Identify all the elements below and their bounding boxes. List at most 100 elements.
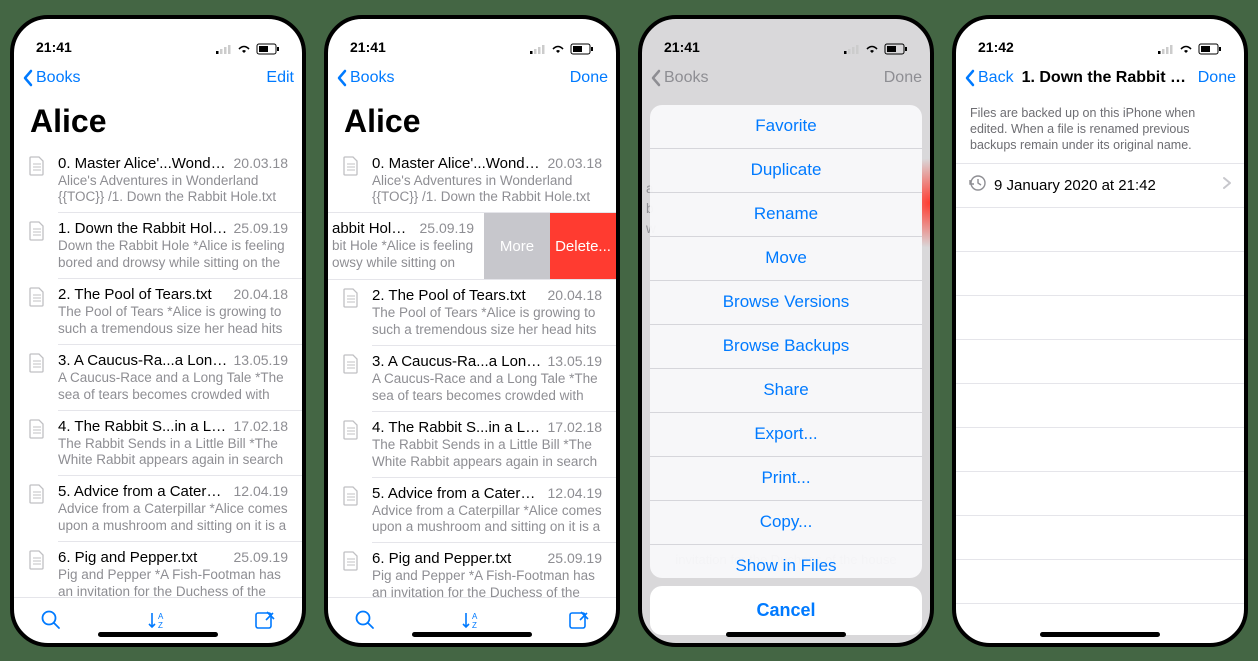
- file-preview: Alice's Adventures in Wonderland {{TOC}}…: [372, 172, 602, 206]
- battery-icon: [256, 43, 280, 55]
- done-button[interactable]: Done: [570, 69, 608, 87]
- list-item[interactable]: 5. Advice from a Caterpillar.txt12.04.19…: [328, 478, 616, 543]
- file-preview: Advice from a Caterpillar *Alice comes u…: [372, 502, 602, 536]
- sheet-item-browse-backups[interactable]: Browse Backups: [650, 325, 922, 368]
- file-date: 20.03.18: [548, 155, 603, 171]
- back-button[interactable]: Back: [964, 69, 1014, 87]
- file-title: 3. A Caucus-Ra...a Long Tale.txt: [58, 352, 234, 369]
- file-title: 5. Advice from a Caterpillar.txt: [372, 485, 548, 502]
- back-label: Books: [36, 69, 80, 87]
- file-list[interactable]: 0. Master Alice'...Wonderland.txt20.03.1…: [328, 148, 616, 597]
- list-item[interactable]: 6. Pig and Pepper.txt25.09.19Pig and Pep…: [14, 542, 302, 597]
- svg-text:Z: Z: [472, 621, 477, 630]
- home-indicator[interactable]: [98, 632, 218, 637]
- file-preview: Down the Rabbit Hole *Alice is feeling b…: [58, 237, 288, 271]
- more-action-button[interactable]: More: [484, 213, 550, 279]
- file-date: 25.09.19: [234, 549, 289, 565]
- file-title: 0. Master Alice'...Wonderland.txt: [58, 155, 234, 172]
- cellular-icon: [530, 44, 546, 54]
- sort-button[interactable]: AZ: [460, 609, 484, 631]
- swiped-content[interactable]: abbit Hole.txt25.09.19 bit Hole *Alice i…: [328, 213, 484, 279]
- document-icon: [28, 352, 48, 378]
- document-icon: [342, 419, 362, 445]
- list-item[interactable]: 0. Master Alice'...Wonderland.txt20.03.1…: [14, 148, 302, 213]
- sheet-item-show-in-files[interactable]: Show in Files: [650, 545, 922, 578]
- backup-entry[interactable]: 9 January 2020 at 21:42: [956, 163, 1244, 208]
- file-date: 12.04.19: [234, 483, 289, 499]
- file-list[interactable]: 0. Master Alice'...Wonderland.txt20.03.1…: [14, 148, 302, 597]
- list-item[interactable]: 2. The Pool of Tears.txt20.04.18The Pool…: [328, 280, 616, 345]
- sort-button[interactable]: AZ: [146, 609, 170, 631]
- file-title: 2. The Pool of Tears.txt: [58, 286, 234, 303]
- file-date: 25.09.19: [548, 550, 603, 566]
- home-indicator[interactable]: [412, 632, 532, 637]
- sheet-item-browse-versions[interactable]: Browse Versions: [650, 281, 922, 324]
- delete-action-button[interactable]: Delete...: [550, 213, 616, 279]
- status-bar: 21:42: [956, 19, 1244, 57]
- list-item[interactable]: 0. Master Alice'...Wonderland.txt20.03.1…: [328, 148, 616, 213]
- compose-button[interactable]: [254, 609, 276, 631]
- edit-button[interactable]: Edit: [266, 69, 294, 87]
- status-icons: [1158, 43, 1222, 55]
- file-title: 2. The Pool of Tears.txt: [372, 287, 548, 304]
- list-item[interactable]: 5. Advice from a Caterpillar.txt12.04.19…: [14, 476, 302, 541]
- document-icon: [342, 155, 362, 181]
- chevron-left-icon: [336, 69, 348, 87]
- compose-button[interactable]: [568, 609, 590, 631]
- sheet-item-move[interactable]: Move: [650, 237, 922, 280]
- sheet-item-print[interactable]: Print...: [650, 457, 922, 500]
- list-item[interactable]: 2. The Pool of Tears.txt20.04.18The Pool…: [14, 279, 302, 344]
- file-title: 5. Advice from a Caterpillar.txt: [58, 483, 234, 500]
- back-button[interactable]: Books: [336, 69, 394, 87]
- home-indicator[interactable]: [1040, 632, 1160, 637]
- wifi-icon: [1178, 43, 1194, 55]
- sheet-item-share[interactable]: Share: [650, 369, 922, 412]
- file-date: 25.09.19: [234, 220, 289, 236]
- back-label: Books: [350, 69, 394, 87]
- status-bar: 21:41: [14, 19, 302, 57]
- list-item[interactable]: 4. The Rabbit S...in a Little Bill.txt17…: [14, 411, 302, 476]
- file-date: 20.03.18: [234, 155, 289, 171]
- list-item[interactable]: 1. Down the Rabbit Hole.txt25.09.19Down …: [14, 213, 302, 278]
- file-title: 6. Pig and Pepper.txt: [58, 549, 234, 566]
- page-title: 1. Down the Rabbit Hole.txt: [1018, 69, 1194, 87]
- sheet-item-duplicate[interactable]: Duplicate: [650, 149, 922, 192]
- document-icon: [28, 483, 48, 509]
- sheet-item-rename[interactable]: Rename: [650, 193, 922, 236]
- page-title: Alice: [328, 99, 616, 148]
- list-item[interactable]: 3. A Caucus-Ra...a Long Tale.txt13.05.19…: [328, 346, 616, 411]
- history-icon: [968, 174, 994, 197]
- svg-text:A: A: [158, 612, 164, 621]
- wifi-icon: [550, 43, 566, 55]
- list-item-swiped: abbit Hole.txt25.09.19 bit Hole *Alice i…: [328, 213, 616, 279]
- file-preview: The Pool of Tears *Alice is growing to s…: [372, 304, 602, 338]
- file-title: 0. Master Alice'...Wonderland.txt: [372, 155, 548, 172]
- backup-entry-label: 9 January 2020 at 21:42: [994, 177, 1222, 194]
- status-bar: 21:41: [328, 19, 616, 57]
- done-button[interactable]: Done: [1198, 69, 1236, 87]
- list-item[interactable]: 4. The Rabbit S...in a Little Bill.txt17…: [328, 412, 616, 477]
- file-title: 6. Pig and Pepper.txt: [372, 550, 548, 567]
- file-date: 12.04.19: [548, 485, 603, 501]
- file-date: 17.02.18: [234, 418, 289, 434]
- sheet-item-export[interactable]: Export...: [650, 413, 922, 456]
- phone-1-list-view: 21:41 Books Edit Alice 0. Master Alice'.…: [10, 15, 306, 647]
- file-preview: A Caucus-Race and a Long Tale *The sea o…: [372, 370, 602, 404]
- document-icon: [28, 286, 48, 312]
- backups-explanation: Files are backed up on this iPhone when …: [956, 99, 1244, 164]
- file-date: 20.04.18: [234, 286, 289, 302]
- sheet-cancel-button[interactable]: Cancel: [650, 586, 922, 635]
- status-time: 21:41: [36, 39, 216, 55]
- list-item-body: 0. Master Alice'...Wonderland.txt20.03.1…: [58, 155, 288, 206]
- list-item[interactable]: 6. Pig and Pepper.txt25.09.19Pig and Pep…: [328, 543, 616, 596]
- navigation-bar: Books Edit: [14, 57, 302, 99]
- list-item[interactable]: 3. A Caucus-Ra...a Long Tale.txt13.05.19…: [14, 345, 302, 410]
- back-button[interactable]: Books: [22, 69, 80, 87]
- search-button[interactable]: [354, 609, 376, 631]
- document-icon: [342, 353, 362, 379]
- sheet-item-copy[interactable]: Copy...: [650, 501, 922, 544]
- sheet-item-favorite[interactable]: Favorite: [650, 105, 922, 148]
- home-indicator[interactable]: [726, 632, 846, 637]
- wifi-icon: [236, 43, 252, 55]
- search-button[interactable]: [40, 609, 62, 631]
